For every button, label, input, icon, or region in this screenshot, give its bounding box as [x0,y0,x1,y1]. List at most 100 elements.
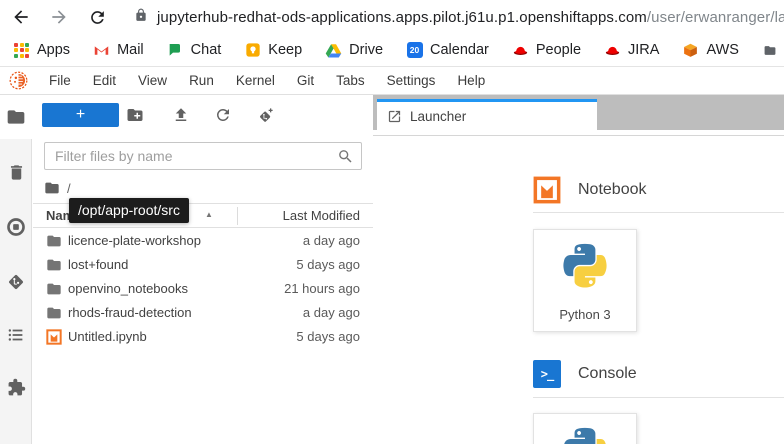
browser-forward-icon[interactable] [46,4,72,30]
tab-bar: Launcher [373,95,784,130]
path-tooltip: /opt/app-root/src [69,198,189,223]
launcher-card-notebook-python3[interactable]: Python 3 [533,229,637,332]
trash-icon[interactable] [5,161,27,183]
menu-tabs[interactable]: Tabs [325,67,376,94]
file-modified: a day ago [303,233,360,248]
bookmark-label: People [536,42,581,58]
url-domain: jupyterhub-redhat-ods-applications.apps.… [157,9,647,26]
home-folder-icon[interactable] [44,180,60,196]
aws-cube-icon [682,42,699,59]
notebook-icon [533,176,561,204]
menu-view[interactable]: View [127,67,178,94]
breadcrumb: / [44,177,71,199]
bookmark-mail[interactable]: Mail [93,42,144,59]
jupyterlab-menubar: File Edit View Run Kernel Git Tabs Setti… [0,67,784,95]
launcher-icon [387,109,402,124]
upload-icon[interactable] [171,105,191,125]
redhat-icon [512,42,529,59]
bookmark-label: JIRA [628,42,659,58]
launcher-section-console: >_ Console [533,360,637,388]
search-icon [337,148,354,170]
notebook-icon [46,329,62,345]
url-path: /user/erwanranger/lab/works [647,9,784,26]
bookmark-chat[interactable]: Chat [167,42,222,59]
bookmark-calendar[interactable]: 20 Calendar [406,42,489,59]
bookmark-label: Drive [349,42,383,58]
dock-panel: Launcher Notebook Python 3 >_ Consol [373,95,784,444]
google-apps-grid-icon [13,42,30,59]
bookmark-drive[interactable]: Drive [325,42,383,59]
bookmarks-bar: Apps Mail Chat Keep Drive [0,34,784,67]
file-modified: 5 days ago [296,329,360,344]
file-row[interactable]: rhods-fraud-detection a day ago [33,301,373,325]
lock-icon[interactable] [134,8,148,27]
folder-icon [46,257,62,273]
bookmark-label: Apps [37,42,70,58]
calendar-badge: 20 [407,42,423,58]
bookmark-label: AWS [706,42,739,58]
bookmark-aws[interactable]: AWS [682,42,739,59]
file-browser-tab-folder-icon[interactable] [5,106,27,128]
bookmark-people[interactable]: People [512,42,581,59]
new-folder-icon[interactable] [125,105,145,125]
file-name: lost+found [68,257,128,272]
tab-label: Launcher [410,109,466,124]
file-browser-panel: + / Name ▲ Last Modified / [33,95,373,444]
panel-divider [373,135,784,136]
address-bar[interactable]: jupyterhub-redhat-ods-applications.apps.… [134,8,784,27]
file-name: openvino_notebooks [68,281,188,296]
bookmark-label: Calendar [430,42,489,58]
browser-back-icon[interactable] [8,4,34,30]
launcher-card-console-python3[interactable]: Python 3 [533,413,637,444]
table-of-contents-icon[interactable] [5,324,27,346]
bookmark-label: Chat [191,42,222,58]
git-clone-icon[interactable] [255,105,275,125]
menu-run[interactable]: Run [178,67,225,94]
app-root: jupyterhub-redhat-ods-applications.apps.… [0,0,784,444]
file-row[interactable]: Untitled.ipynb 5 days ago [33,325,373,349]
drive-icon [325,42,342,59]
new-launcher-button[interactable]: + [42,103,119,127]
menu-settings[interactable]: Settings [376,67,447,94]
python-logo-icon [558,427,612,444]
file-row[interactable]: openvino_notebooks 21 hours ago [33,277,373,301]
file-row[interactable]: lost+found 5 days ago [33,253,373,277]
column-header-modified[interactable]: Last Modified [283,208,360,223]
file-name: Untitled.ipynb [68,329,147,344]
activity-bar [0,95,32,444]
menu-git[interactable]: Git [286,67,325,94]
extension-manager-puzzle-icon[interactable] [5,376,27,398]
menu-kernel[interactable]: Kernel [225,67,286,94]
menu-edit[interactable]: Edit [82,67,127,94]
running-sessions-stop-circle-icon[interactable] [5,216,27,238]
column-divider [237,207,238,225]
refresh-icon[interactable] [213,105,233,125]
file-modified: 21 hours ago [284,281,360,296]
keep-icon [244,42,261,59]
git-icon[interactable] [5,271,27,293]
python-logo-icon [558,243,612,297]
tab-launcher[interactable]: Launcher [377,99,597,130]
bookmark-jira[interactable]: JIRA [604,42,659,59]
bookmark-keep[interactable]: Keep [244,42,302,59]
calendar-icon: 20 [406,42,423,59]
sort-ascending-icon[interactable]: ▲ [205,210,213,219]
file-row[interactable]: licence-plate-workshop a day ago [33,229,373,253]
folder-icon [762,42,779,59]
filter-files-input[interactable] [45,143,361,169]
rhods-logo-icon [8,70,29,91]
chat-icon [167,42,184,59]
menu-help[interactable]: Help [446,67,496,94]
folder-icon [46,305,62,321]
menu-file[interactable]: File [38,67,82,94]
browser-reload-icon[interactable] [84,4,110,30]
bookmark-apps[interactable]: Apps [13,42,70,59]
section-title: Console [578,365,637,383]
section-title: Notebook [578,181,647,199]
folder-icon [46,281,62,297]
folder-icon [46,233,62,249]
bookmark-perso[interactable]: Perso [762,42,784,59]
bookmark-label: Mail [117,42,144,58]
breadcrumb-root[interactable]: / [67,181,71,196]
section-divider [533,212,784,213]
